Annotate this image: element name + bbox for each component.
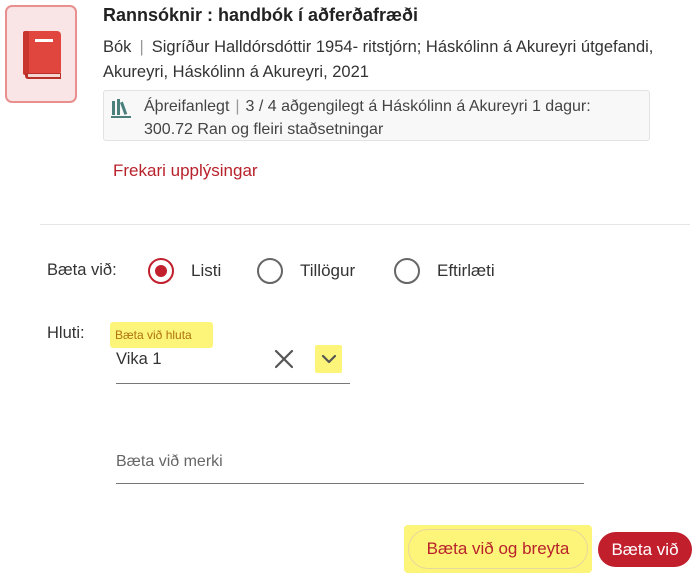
radio-suggestions-circle[interactable]	[257, 258, 283, 284]
record-type: Bók	[103, 38, 132, 56]
section-select-underline	[116, 383, 350, 384]
section-field-label: Bæta við hluta	[110, 322, 213, 348]
radio-favorites[interactable]: Eftirlæti	[394, 258, 495, 284]
add-button[interactable]: Bæta við	[598, 532, 692, 567]
more-info-link[interactable]: Frekari upplýsingar	[113, 161, 258, 181]
book-icon	[23, 31, 61, 79]
availability-box: Áþreifanlegt | 3 / 4 aðgengilegt á Háskóli…	[103, 90, 650, 141]
section-dropdown-button[interactable]	[315, 345, 342, 373]
close-x-icon	[274, 349, 294, 369]
record-title[interactable]: Rannsóknir : handbók í aðferðafræði	[103, 5, 418, 26]
availability-separator: |	[235, 98, 240, 115]
section-select-value[interactable]: Vika 1	[116, 350, 162, 369]
meta-separator: |	[139, 38, 144, 56]
add-and-edit-button[interactable]: Bæta við og breyta	[404, 525, 592, 573]
section-divider	[40, 224, 690, 225]
add-to-label: Bæta við:	[47, 261, 117, 279]
availability-status: Áþreifanlegt	[144, 98, 230, 115]
chevron-down-icon	[321, 354, 336, 364]
radio-favorites-circle[interactable]	[394, 258, 420, 284]
radio-suggestions[interactable]: Tillögur	[257, 258, 355, 284]
section-label: Hluti:	[47, 324, 85, 342]
add-and-edit-label: Bæta við og breyta	[408, 529, 588, 569]
radio-list[interactable]: Listi	[148, 258, 221, 284]
radio-suggestions-label: Tillögur	[300, 261, 356, 280]
record-meta: Bók | Sigríður Halldórsdóttir 1954- ritstj…	[103, 35, 663, 85]
radio-favorites-label: Eftirlæti	[437, 261, 495, 280]
tags-input[interactable]	[116, 440, 584, 484]
record-contributors: Sigríður Halldórsdóttir 1954- ritstjórn;…	[103, 38, 654, 81]
record-thumbnail	[5, 5, 77, 103]
radio-list-circle[interactable]	[148, 258, 174, 284]
radio-list-label: Listi	[191, 261, 222, 280]
clear-section-button[interactable]	[273, 348, 295, 370]
library-books-icon	[111, 99, 131, 118]
